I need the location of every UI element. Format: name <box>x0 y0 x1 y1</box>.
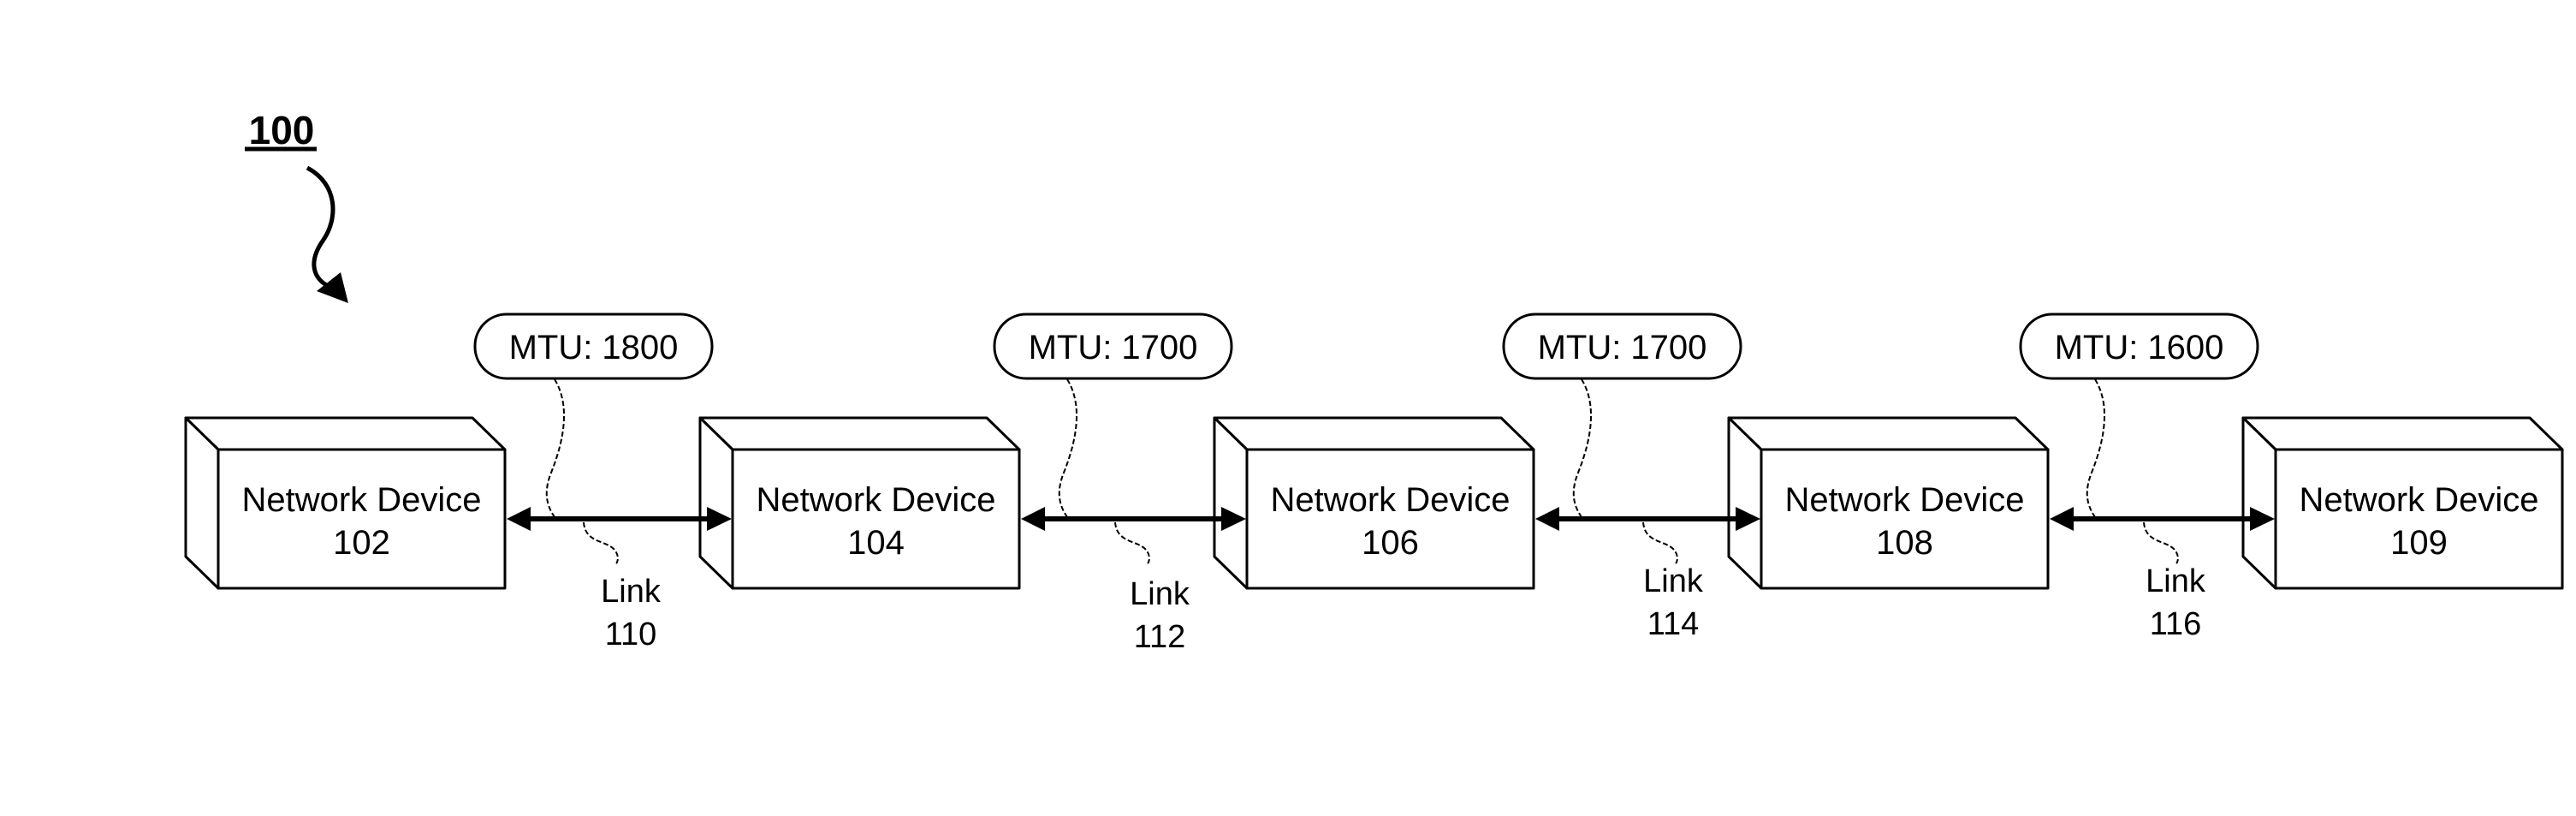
network-device-104[interactable]: Network Device 104 <box>698 416 1021 590</box>
link-leader-line <box>583 521 619 564</box>
device-top-face <box>184 416 507 451</box>
mtu-leader-line <box>545 378 565 518</box>
device-side-face <box>2241 416 2277 590</box>
mtu-callout: MTU: 1700 <box>1502 313 1742 380</box>
link-112[interactable]: MTU: 1700 Link 112 <box>993 313 1246 655</box>
device-id: 106 <box>1362 524 1419 562</box>
device-top-face <box>698 416 1021 451</box>
mtu-callout: MTU: 1600 <box>2019 313 2259 380</box>
figure-pointer-arrowhead-icon <box>317 272 348 303</box>
device-name: Network Device <box>1784 481 2024 519</box>
link-label: Link <box>2146 563 2206 599</box>
device-name: Network Device <box>1270 481 1510 519</box>
arrowhead-left-icon <box>507 507 531 531</box>
mtu-callout: MTU: 1700 <box>993 313 1233 380</box>
device-front-face <box>1245 448 1535 590</box>
mtu-value: MTU: 1700 <box>1029 329 1198 366</box>
link-label: Link <box>1130 576 1190 612</box>
device-front-face <box>2274 448 2564 590</box>
mtu-value: MTU: 1800 <box>509 329 679 366</box>
link-id: 116 <box>2150 606 2202 642</box>
device-top-face <box>2241 416 2564 451</box>
device-side-face <box>1213 416 1249 590</box>
mtu-leader-line <box>2086 378 2105 518</box>
link-label: Link <box>601 574 662 610</box>
device-id: 109 <box>2390 524 2448 562</box>
network-device-106[interactable]: Network Device 106 <box>1213 416 1535 590</box>
network-device-102[interactable]: Network Device 102 <box>184 416 507 590</box>
link-label: Link <box>1643 563 1704 599</box>
link-id: 110 <box>605 616 657 652</box>
link-id: 114 <box>1647 606 1700 642</box>
network-device-109[interactable]: Network Device 109 <box>2241 416 2564 590</box>
device-id: 102 <box>333 524 390 562</box>
arrowhead-left-icon <box>2050 507 2074 531</box>
link-116[interactable]: MTU: 1600 Link 116 <box>2019 313 2275 642</box>
mtu-callout: MTU: 1800 <box>473 313 714 380</box>
devices-layer: Network Device102Network Device104Networ… <box>184 416 2564 590</box>
device-name: Network Device <box>2299 481 2538 519</box>
mtu-value: MTU: 1600 <box>2055 329 2224 366</box>
mtu-leader-line <box>1572 378 1592 518</box>
arrowhead-left-icon <box>1021 507 1045 531</box>
link-leader-line <box>1642 521 1678 564</box>
network-diagram: 100 Network Device102Network Device104Ne… <box>184 108 2564 655</box>
device-front-face <box>731 448 1021 590</box>
link-114[interactable]: MTU: 1700 Link 114 <box>1502 313 1760 642</box>
device-id: 108 <box>1876 524 1933 562</box>
device-top-face <box>1213 416 1535 451</box>
mtu-value: MTU: 1700 <box>1538 329 1707 366</box>
link-leader-line <box>1114 521 1150 564</box>
link-110[interactable]: MTU: 1800 Link 110 <box>473 313 732 652</box>
device-side-face <box>184 416 220 590</box>
figure-reference: 100 <box>245 108 348 303</box>
device-name: Network Device <box>756 481 995 519</box>
device-front-face <box>1760 448 2050 590</box>
link-leader-line <box>2143 521 2179 564</box>
arrowhead-left-icon <box>1535 507 1559 531</box>
mtu-leader-line <box>1058 378 1077 518</box>
figure-number: 100 <box>249 108 315 152</box>
figure-pointer-arrow-icon <box>306 165 335 289</box>
device-name: Network Device <box>241 481 481 519</box>
device-top-face <box>1727 416 2050 451</box>
device-side-face <box>1727 416 1763 590</box>
device-id: 104 <box>847 524 905 562</box>
device-front-face <box>217 448 507 590</box>
network-device-108[interactable]: Network Device 108 <box>1727 416 2050 590</box>
device-side-face <box>698 416 734 590</box>
link-id: 112 <box>1134 619 1186 655</box>
